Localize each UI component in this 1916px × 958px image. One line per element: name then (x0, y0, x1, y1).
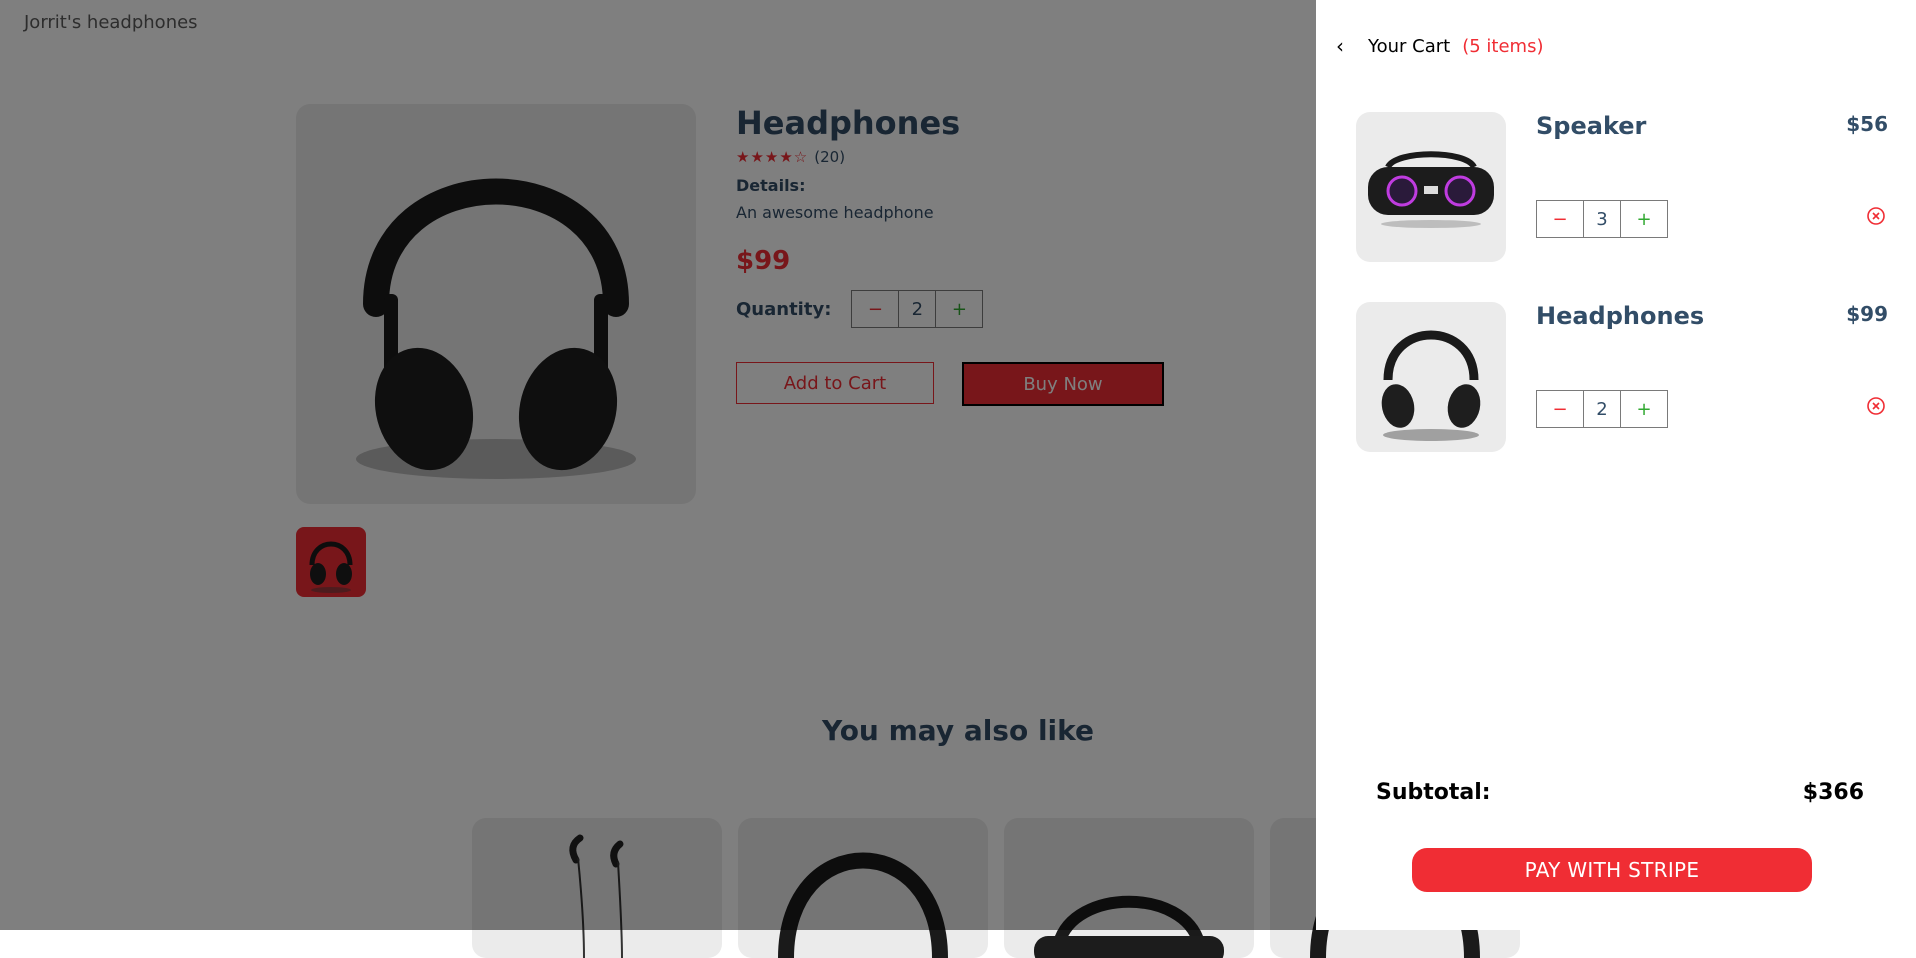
cart-header[interactable]: ‹ Your Cart (5 items) (1336, 34, 1543, 58)
subtotal-value: $366 (1802, 780, 1864, 805)
speaker-icon (1368, 151, 1494, 228)
cart-item-quantity: 3 (1584, 201, 1621, 237)
decrease-quantity-button[interactable]: − (1537, 391, 1584, 427)
cart-item-quantity: 2 (1584, 391, 1621, 427)
cart-item-name: Headphones (1536, 302, 1705, 330)
close-circle-icon (1867, 397, 1885, 415)
remove-item-button[interactable] (1866, 206, 1886, 226)
cart-item: Headphones $99 − 2 + (1356, 302, 1888, 452)
cart-drawer: ‹ Your Cart (5 items) Speaker $56 − 3 + (1316, 0, 1916, 930)
cart-item-price: $56 (1846, 112, 1888, 136)
cart-item-name: Speaker (1536, 112, 1647, 140)
headphones-icon (1381, 330, 1481, 441)
cart-subtotal: Subtotal: $366 (1376, 780, 1864, 805)
pay-with-stripe-button[interactable]: PAY WITH STRIPE (1412, 848, 1812, 892)
remove-item-button[interactable] (1866, 396, 1886, 416)
close-circle-icon (1867, 207, 1885, 225)
cart-item: Speaker $56 − 3 + (1356, 112, 1888, 262)
cart-item-image (1356, 112, 1506, 262)
cart-title: Your Cart (1368, 35, 1451, 57)
subtotal-label: Subtotal: (1376, 780, 1491, 805)
cart-quantity-stepper: − 2 + (1536, 390, 1668, 428)
cart-item-image (1356, 302, 1506, 452)
cart-quantity-stepper: − 3 + (1536, 200, 1668, 238)
increase-quantity-button[interactable]: + (1621, 201, 1667, 237)
decrease-quantity-button[interactable]: − (1537, 201, 1584, 237)
cart-item-count: (5 items) (1462, 35, 1544, 57)
increase-quantity-button[interactable]: + (1621, 391, 1667, 427)
chevron-left-icon[interactable]: ‹ (1336, 34, 1356, 58)
cart-item-price: $99 (1846, 302, 1888, 326)
